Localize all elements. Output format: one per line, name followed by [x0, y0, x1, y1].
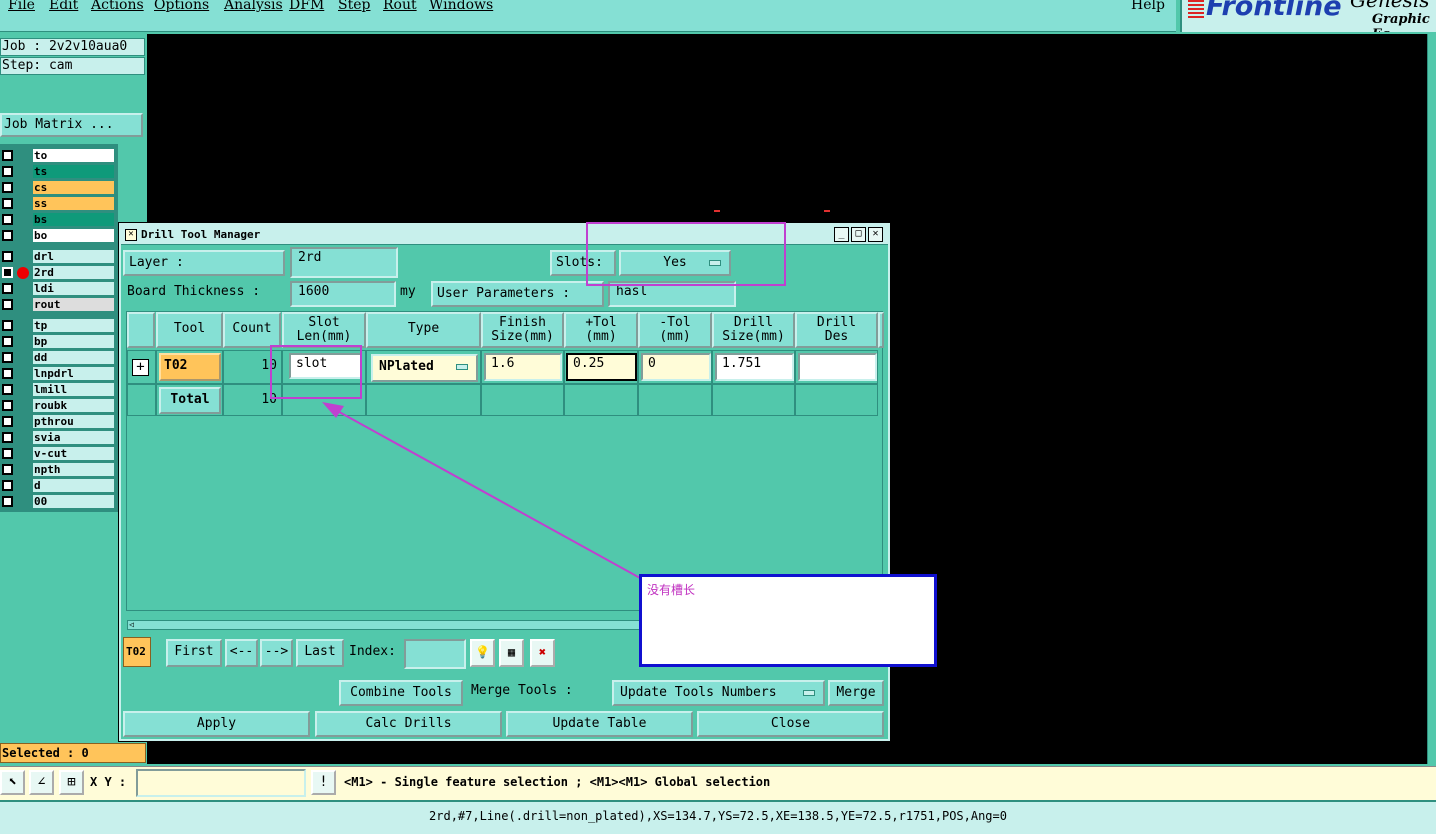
arrow-head	[322, 402, 344, 418]
select-arrow-icon[interactable]: ⬉	[0, 770, 25, 795]
snap-grid-icon[interactable]: ⊞	[59, 770, 84, 795]
measure-icon[interactable]: ∠	[29, 770, 54, 795]
annotation-callout: 没有槽长	[639, 574, 937, 667]
arrow-line	[331, 407, 641, 579]
alert-icon[interactable]: !	[311, 770, 336, 795]
hint-message: <M1> - Single feature selection ; <M1><M…	[344, 775, 771, 789]
annotation-arrow	[322, 402, 641, 579]
xy-input[interactable]	[136, 769, 306, 797]
xy-label: X Y :	[90, 775, 127, 789]
bottom-toolbar: ⬉ ∠ ⊞ X Y : ! <M1> - Single feature sele…	[0, 766, 1436, 800]
status-bar: 2rd,#7,Line(.drill=non_plated),XS=134.7,…	[0, 800, 1436, 834]
